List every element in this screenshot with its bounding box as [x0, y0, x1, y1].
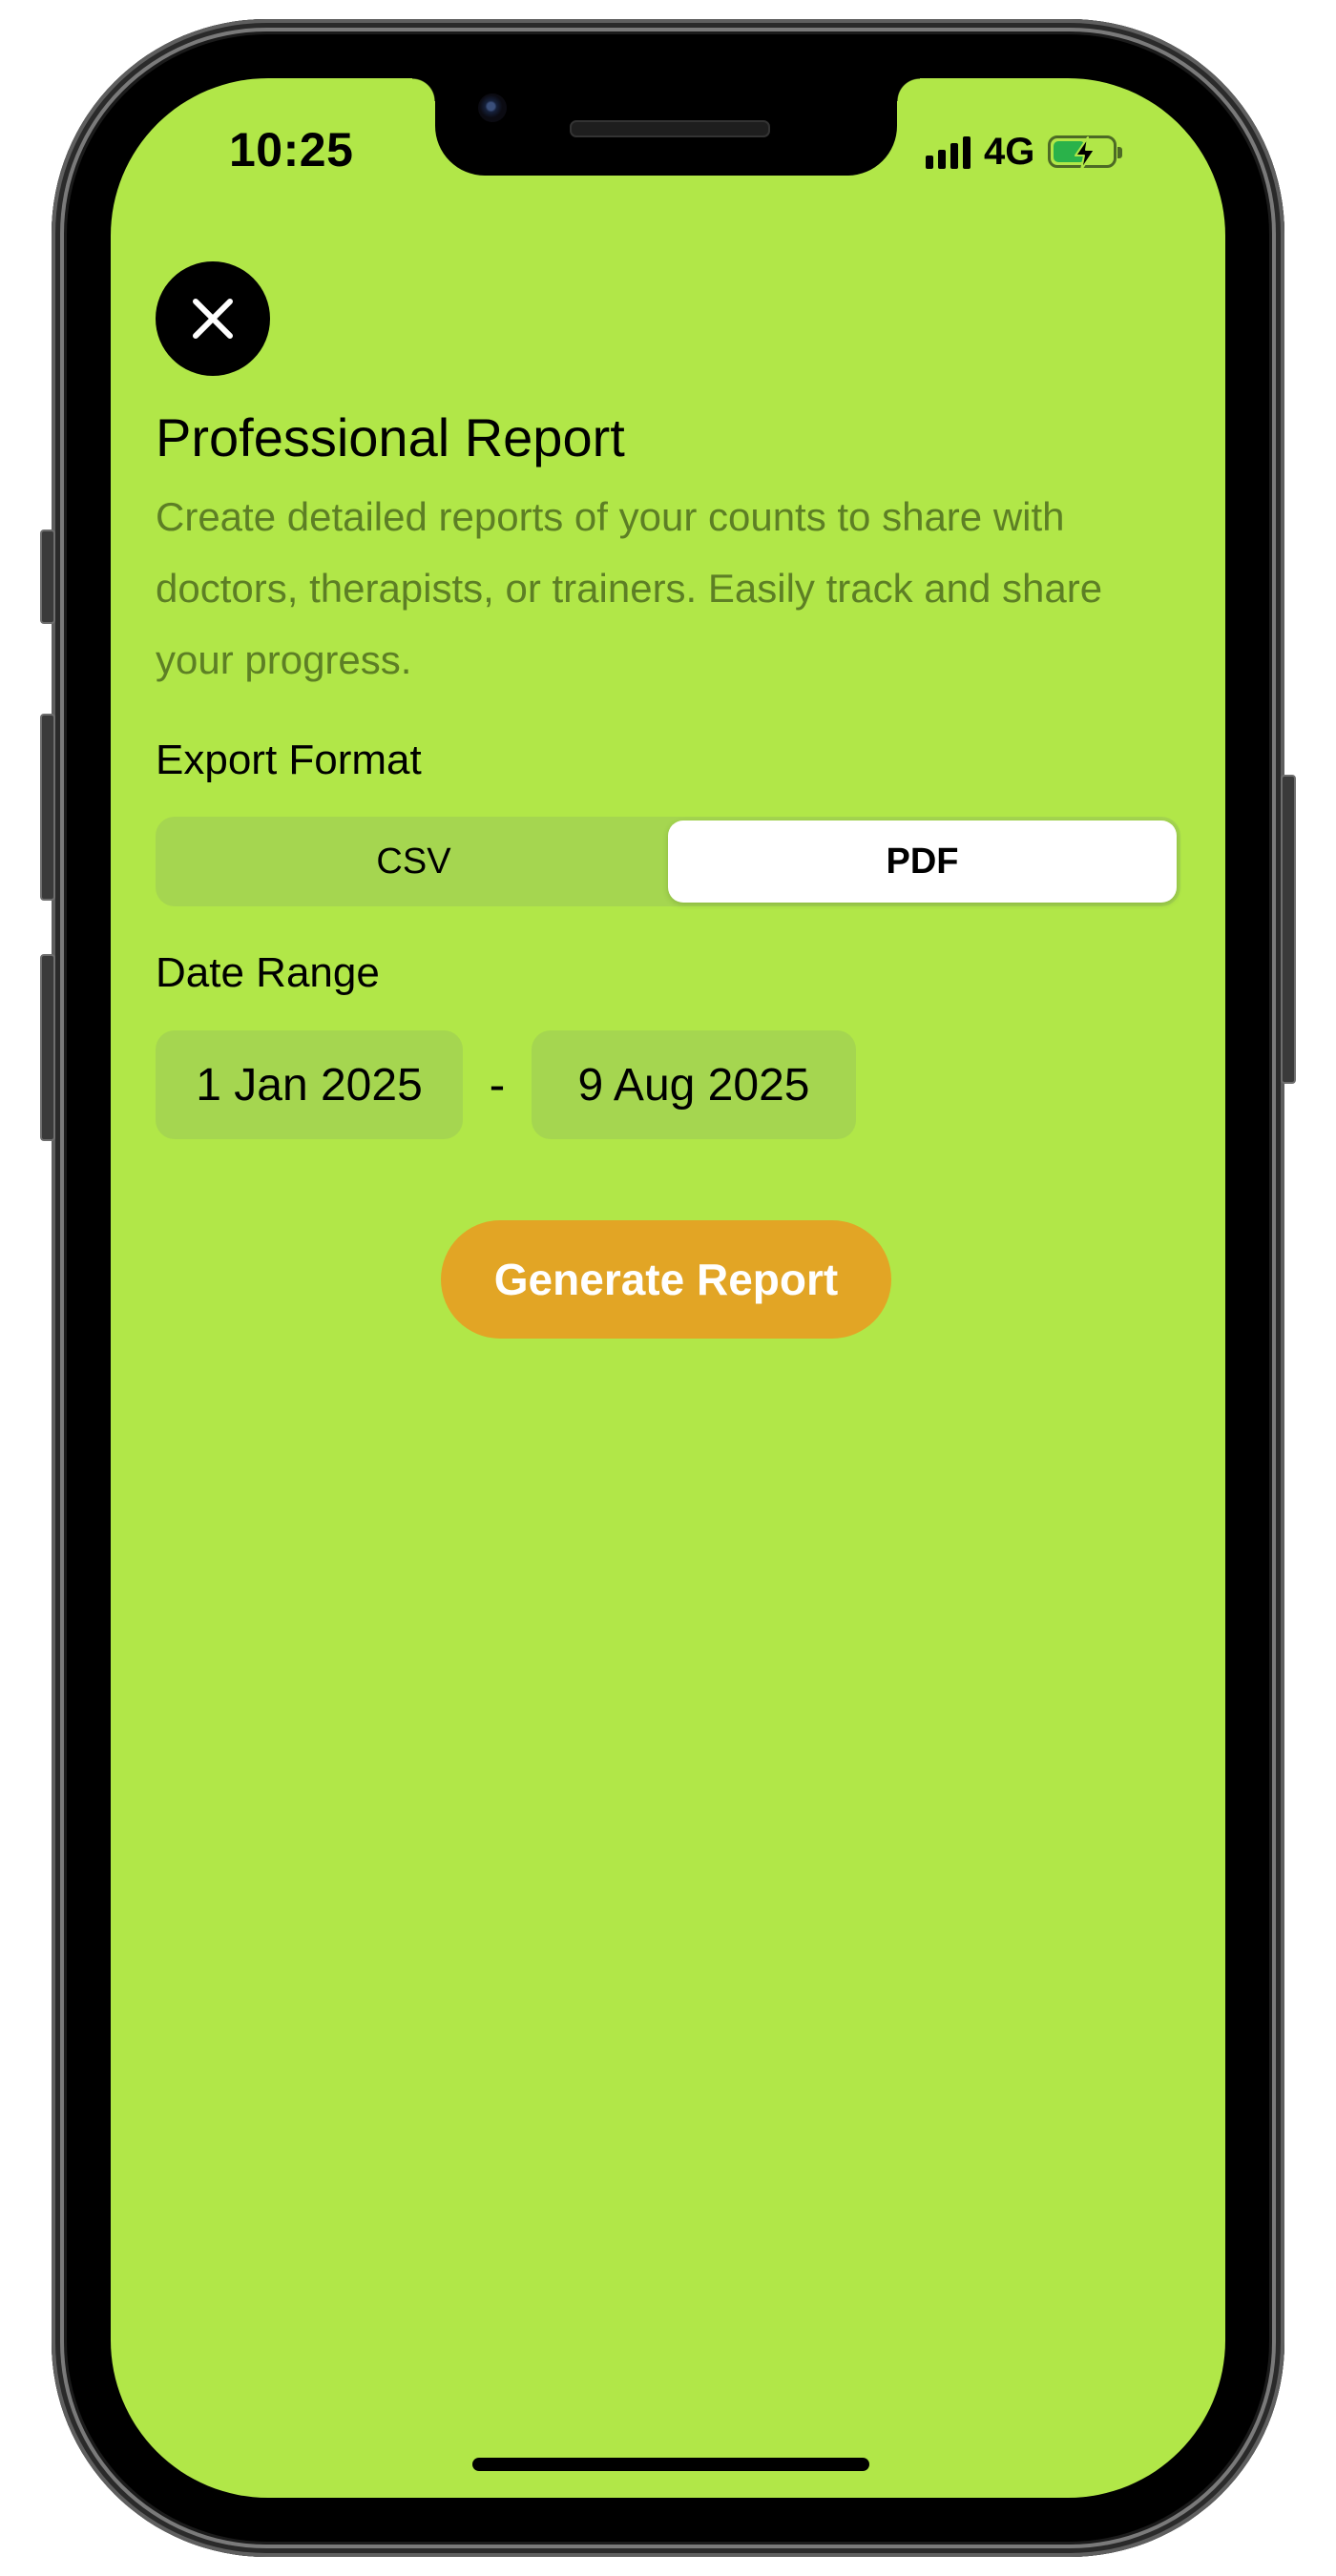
page-description: Create detailed reports of your counts t… [156, 494, 1103, 682]
export-format-selector: CSV PDF [156, 817, 1180, 906]
volume-up-button [40, 714, 55, 901]
front-camera [478, 93, 507, 122]
format-option-pdf[interactable]: PDF [668, 821, 1177, 903]
silent-switch [40, 530, 55, 624]
end-date-picker[interactable]: 9 Aug 2025 [532, 1030, 856, 1139]
status-time: 10:25 [229, 123, 354, 177]
charging-bolt-icon [1075, 136, 1096, 171]
signal-icon [926, 135, 971, 169]
export-format-label: Export Format [156, 737, 422, 783]
status-indicators: 4G [926, 128, 1123, 176]
page-title: Professional Report [156, 407, 625, 467]
network-type: 4G [984, 130, 1035, 173]
screen: 10:25 4G Professional Report Create deta… [111, 78, 1225, 2498]
date-range-row: 1 Jan 2025 - 9 Aug 2025 [156, 1030, 856, 1139]
earpiece-speaker [570, 120, 770, 137]
close-button[interactable] [156, 261, 270, 376]
format-option-csv[interactable]: CSV [159, 821, 668, 903]
close-icon [193, 299, 233, 339]
generate-report-button[interactable]: Generate Report [441, 1220, 891, 1339]
start-date-picker[interactable]: 1 Jan 2025 [156, 1030, 463, 1139]
power-button [1281, 775, 1296, 1084]
home-indicator[interactable] [472, 2458, 869, 2471]
date-separator: - [489, 1058, 506, 1111]
date-range-label: Date Range [156, 949, 380, 996]
battery-icon [1048, 135, 1123, 171]
volume-down-button [40, 954, 55, 1141]
